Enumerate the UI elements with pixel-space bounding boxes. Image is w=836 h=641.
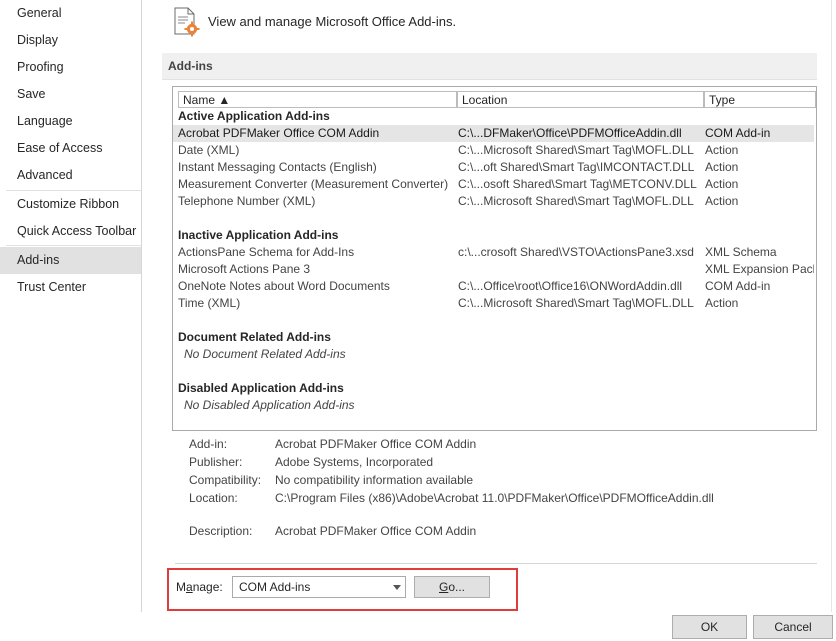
cell-name: Time (XML) <box>178 296 241 310</box>
go-button-accesskey: G <box>438 580 449 594</box>
table-row[interactable]: OneNote Notes about Word Documents C:\..… <box>173 278 814 295</box>
nav-item-general[interactable]: General <box>0 0 141 27</box>
table-row[interactable]: Instant Messaging Contacts (English) C:\… <box>173 159 814 176</box>
cell-type: XML Schema <box>705 245 777 259</box>
detail-value-compatibility: No compatibility information available <box>275 473 474 487</box>
cancel-button[interactable]: Cancel <box>753 615 833 639</box>
cell-name: Acrobat PDFMaker Office COM Addin <box>178 126 380 140</box>
cell-name: Instant Messaging Contacts (English) <box>178 160 377 174</box>
empty-message-disabled: No Disabled Application Add-ins <box>184 398 355 412</box>
cell-type: Action <box>705 296 739 310</box>
cell-type: Action <box>705 160 739 174</box>
group-title-active: Active Application Add-ins <box>178 109 330 123</box>
table-row[interactable]: Telephone Number (XML) C:\...Microsoft S… <box>173 193 814 210</box>
detail-label-publisher: Publisher: <box>189 455 243 469</box>
table-row[interactable]: Microsoft Actions Pane 3 XML Expansion P… <box>173 261 814 278</box>
manage-label-suffix: nage: <box>192 580 223 594</box>
detail-value-description: Acrobat PDFMaker Office COM Addin <box>275 524 477 538</box>
nav-item-add-ins[interactable]: Add-ins <box>0 247 141 274</box>
cell-location: C:\...Microsoft Shared\Smart Tag\MOFL.DL… <box>458 194 694 208</box>
nav-item-quick-access-toolbar[interactable]: Quick Access Toolbar <box>0 218 141 245</box>
group-title-disabled: Disabled Application Add-ins <box>178 381 344 395</box>
go-button[interactable]: Go... <box>414 576 490 598</box>
addins-list[interactable]: Name ▲ Location Type Active Application … <box>172 86 817 431</box>
nav-item-display[interactable]: Display <box>0 27 141 54</box>
nav-item-proofing[interactable]: Proofing <box>0 54 141 81</box>
cell-location: C:\...Microsoft Shared\Smart Tag\MOFL.DL… <box>458 296 694 310</box>
go-button-label: o... <box>448 580 466 594</box>
cell-name: Date (XML) <box>178 143 240 157</box>
cell-type: Action <box>705 143 739 157</box>
cell-location: c:\...crosoft Shared\VSTO\ActionsPane3.x… <box>458 245 694 259</box>
cell-location: C:\...Microsoft Shared\Smart Tag\MOFL.DL… <box>458 143 694 157</box>
ok-button[interactable]: OK <box>672 615 747 639</box>
table-row[interactable]: Date (XML) C:\...Microsoft Shared\Smart … <box>173 142 814 159</box>
nav-item-language[interactable]: Language <box>0 108 141 135</box>
group-title-document: Document Related Add-ins <box>178 330 331 344</box>
separator <box>175 563 817 564</box>
table-row[interactable]: Acrobat PDFMaker Office COM Addin C:\...… <box>173 125 814 142</box>
addins-document-gear-icon <box>171 6 203 38</box>
section-header-bar <box>162 53 817 80</box>
cell-name: ActionsPane Schema for Add-Ins <box>178 245 355 259</box>
nav-item-ease-of-access[interactable]: Ease of Access <box>0 135 141 162</box>
manage-label: Manage: <box>176 580 223 594</box>
empty-message-document: No Document Related Add-ins <box>184 347 346 361</box>
cell-location: C:\...oft Shared\Smart Tag\IMCONTACT.DLL <box>458 160 695 174</box>
nav-item-trust-center[interactable]: Trust Center <box>0 274 141 301</box>
manage-dropdown[interactable]: COM Add-ins <box>232 576 406 598</box>
detail-value-location: C:\Program Files (x86)\Adobe\Acrobat 11.… <box>275 491 714 505</box>
detail-label-compatibility: Compatibility: <box>189 473 262 487</box>
cell-type: COM Add-in <box>705 126 771 140</box>
cell-type: Action <box>705 177 739 191</box>
detail-label-location: Location: <box>189 491 238 505</box>
manage-dropdown-value: COM Add-ins <box>239 580 311 594</box>
cell-location: C:\...osoft Shared\Smart Tag\METCONV.DLL <box>458 177 697 191</box>
column-header-location[interactable]: Location <box>457 91 704 108</box>
page-description: View and manage Microsoft Office Add-ins… <box>208 14 457 29</box>
manage-label-accesskey: a <box>186 580 193 594</box>
detail-value-publisher: Adobe Systems, Incorporated <box>275 455 434 469</box>
options-navigation: General Display Proofing Save Language E… <box>0 0 142 612</box>
table-row[interactable]: ActionsPane Schema for Add-Ins c:\...cro… <box>173 244 814 261</box>
group-title-inactive: Inactive Application Add-ins <box>178 228 339 242</box>
cell-name: OneNote Notes about Word Documents <box>178 279 390 293</box>
cell-location: C:\...Office\root\Office16\ONWordAddin.d… <box>458 279 683 293</box>
table-row[interactable]: Measurement Converter (Measurement Conve… <box>173 176 814 193</box>
chevron-down-icon[interactable] <box>393 585 401 590</box>
section-title: Add-ins <box>168 59 213 73</box>
manage-label-prefix: M <box>176 580 186 594</box>
nav-item-save[interactable]: Save <box>0 81 141 108</box>
cell-type: COM Add-in <box>705 279 771 293</box>
cell-name: Microsoft Actions Pane 3 <box>178 262 311 276</box>
dialog-right-border <box>831 0 832 612</box>
detail-value-addin: Acrobat PDFMaker Office COM Addin <box>275 437 477 451</box>
nav-item-advanced[interactable]: Advanced <box>0 162 141 189</box>
cell-name: Telephone Number (XML) <box>178 194 316 208</box>
detail-label-description: Description: <box>189 524 253 538</box>
nav-divider <box>6 245 141 246</box>
detail-label-addin: Add-in: <box>189 437 228 451</box>
column-header-type[interactable]: Type <box>704 91 816 108</box>
nav-item-customize-ribbon[interactable]: Customize Ribbon <box>0 191 141 218</box>
cell-name: Measurement Converter (Measurement Conve… <box>178 177 449 191</box>
cell-type: XML Expansion Pack <box>705 262 814 276</box>
cell-location: C:\...DFMaker\Office\PDFMOfficeAddin.dll <box>458 126 682 140</box>
table-row[interactable]: Time (XML) C:\...Microsoft Shared\Smart … <box>173 295 814 312</box>
cell-type: Action <box>705 194 739 208</box>
column-header-name[interactable]: Name ▲ <box>178 91 457 108</box>
